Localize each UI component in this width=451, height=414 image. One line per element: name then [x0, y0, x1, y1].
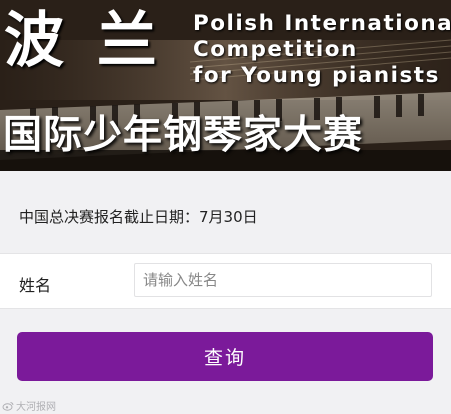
watermark-text: 大河报网 — [16, 402, 56, 413]
registration-deadline-text: 中国总决赛报名截止日期：7月30日 — [19, 208, 258, 226]
header-banner: 波 兰 Polish International Competition for… — [0, 0, 451, 171]
banner-title-en-line: for Young pianists — [193, 63, 440, 88]
name-label: 姓名 — [19, 276, 52, 295]
weibo-icon — [2, 401, 14, 411]
watermark: 大河报网 — [2, 398, 56, 413]
name-input[interactable] — [134, 263, 432, 297]
banner-title-en: Polish International Competition for You… — [193, 11, 451, 89]
banner-title-en-line: Polish International — [193, 11, 451, 36]
name-form-row: 姓名 — [0, 253, 451, 309]
banner-title-en-line: Competition — [193, 37, 358, 62]
banner-title-zh-subtitle: 国际少年钢琴家大赛 — [3, 113, 364, 158]
query-button[interactable]: 查询 — [17, 332, 433, 381]
banner-title-zh-large: 波 兰 — [4, 6, 163, 76]
